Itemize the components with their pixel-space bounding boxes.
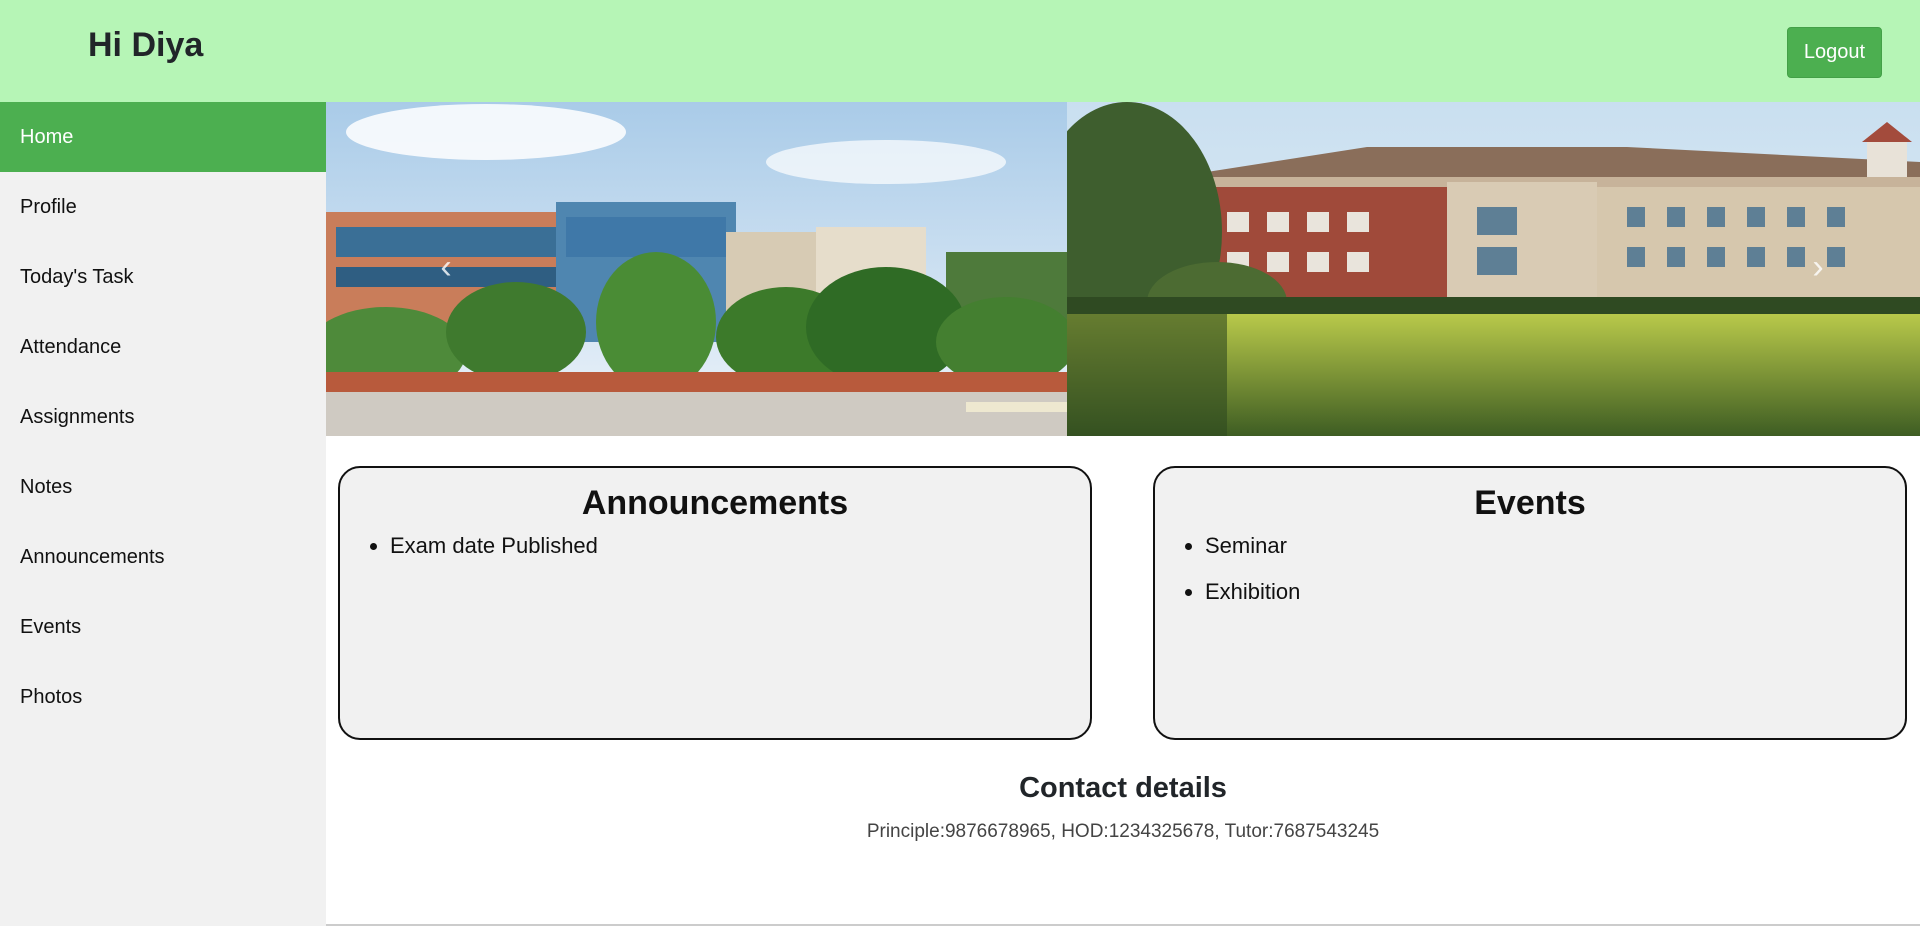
- campus-carousel: ‹ ›: [326, 102, 1920, 436]
- sidebar-item-events[interactable]: Events: [0, 592, 326, 662]
- logout-button[interactable]: Logout: [1787, 27, 1882, 78]
- sidebar-item-assignments[interactable]: Assignments: [0, 382, 326, 452]
- sidebar-item-profile[interactable]: Profile: [0, 172, 326, 242]
- sidebar-item-announcements[interactable]: Announcements: [0, 522, 326, 592]
- top-header: Hi Diya Logout: [0, 0, 1920, 102]
- announcements-title: Announcements: [581, 484, 849, 522]
- event-item: Exhibition: [1205, 579, 1905, 605]
- event-item: Seminar: [1205, 533, 1905, 559]
- events-title: Events: [1474, 484, 1586, 522]
- announcements-list: Exam date Published: [340, 533, 1090, 559]
- sidebar-item-attendance[interactable]: Attendance: [0, 312, 326, 382]
- greeting-title: Hi Diya: [88, 26, 204, 64]
- contact-title: Contact details: [1019, 772, 1227, 804]
- events-list: Seminar Exhibition: [1155, 533, 1905, 605]
- contact-text: Principle:9876678965, HOD:1234325678, Tu…: [866, 821, 1380, 842]
- sidebar-item-notes[interactable]: Notes: [0, 452, 326, 522]
- sidebar-item-todays-task[interactable]: Today's Task: [0, 242, 326, 312]
- announcements-card: Announcements Exam date Published: [338, 466, 1092, 740]
- sidebar-item-photos[interactable]: Photos: [0, 662, 326, 732]
- announcement-item: Exam date Published: [390, 533, 1090, 559]
- sidebar: Home Profile Today's Task Attendance Ass…: [0, 102, 326, 926]
- carousel-next-icon[interactable]: ›: [1798, 242, 1838, 292]
- carousel-prev-icon[interactable]: ‹: [426, 242, 466, 292]
- events-card: Events Seminar Exhibition: [1153, 466, 1907, 740]
- sidebar-item-home[interactable]: Home: [0, 102, 326, 172]
- campus-photo-2: [1067, 102, 1920, 436]
